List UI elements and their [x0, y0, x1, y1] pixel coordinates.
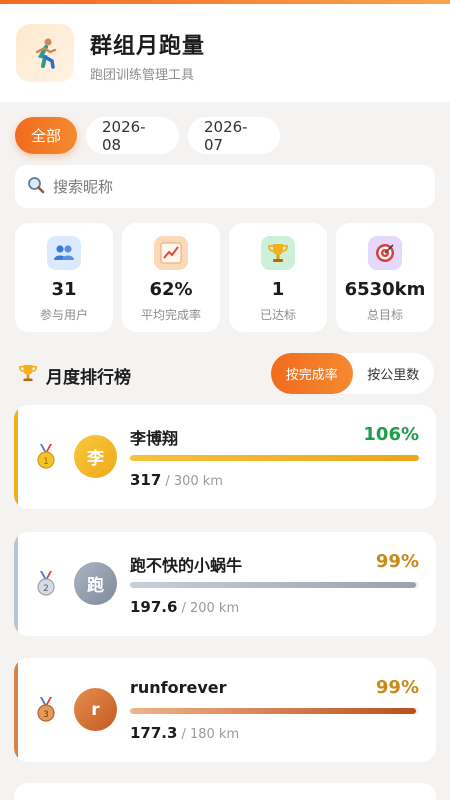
avatar: 跑: [74, 562, 117, 605]
distance-target: / 300 km: [165, 474, 223, 489]
gold-medal-icon: 1: [35, 444, 57, 470]
stat-label: 总目标: [366, 308, 403, 322]
distance-target: / 180 km: [181, 727, 240, 742]
distance-value: 177.3: [130, 724, 178, 742]
search-bar: [15, 165, 435, 208]
stat-label: 已达标: [259, 308, 296, 322]
rank-stripe: [14, 405, 18, 509]
svg-text:1: 1: [43, 457, 49, 467]
sort-by-completion-button[interactable]: 按完成率: [271, 353, 353, 394]
distance-readout: 197.6/ 200 km: [130, 598, 239, 616]
svg-text:3: 3: [43, 710, 49, 720]
completion-percent: 99%: [375, 677, 419, 698]
leaderboard-card[interactable]: 3 r runforever 99% 177.3/ 180 km: [14, 658, 436, 762]
leaderboard-title: 月度排行榜: [46, 368, 131, 388]
progress-bar-fill: [130, 708, 417, 714]
runner-name: runforever: [130, 678, 227, 697]
page-subtitle: 跑团训练管理工具: [90, 68, 195, 83]
silver-medal-icon: 2: [35, 571, 57, 597]
search-input[interactable]: [53, 177, 413, 196]
distance-readout: 317/ 300 km: [130, 471, 223, 489]
page-title: 群组月跑量: [90, 34, 206, 59]
stat-value: 62%: [149, 279, 193, 300]
progress-bar-fill: [130, 455, 419, 461]
rank-stripe: [14, 658, 18, 762]
leaderboard-card-next[interactable]: [14, 783, 436, 800]
search-icon: [27, 176, 45, 198]
stat-label: 参与用户: [39, 308, 88, 322]
avatar: 李: [74, 435, 117, 478]
leaderboard-card[interactable]: 2 跑 跑不快的小蜗牛 99% 197.6/ 200 km: [14, 532, 436, 636]
avatar: r: [74, 688, 117, 731]
progress-bar-fill: [130, 582, 417, 588]
sort-toggle: 按完成率 按公里数: [271, 353, 434, 394]
app-header: 群组月跑量 跑团训练管理工具: [0, 4, 450, 102]
distance-readout: 177.3/ 180 km: [130, 724, 239, 742]
stat-value: 31: [51, 279, 77, 300]
bronze-medal-icon: 3: [35, 697, 57, 723]
trophy-icon: [261, 236, 295, 270]
runner-name: 李博翔: [130, 429, 179, 448]
stat-card-users: 31 参与用户: [15, 223, 113, 332]
stat-value: 6530km: [344, 279, 426, 300]
stats-row: 31 参与用户 62% 平均完成率 1 已达标 6530km 总目标: [15, 223, 436, 332]
leaderboard-heading: 月度排行榜: [18, 363, 131, 388]
progress-bar: [130, 455, 419, 461]
stat-card-achieved: 1 已达标: [229, 223, 327, 332]
trophy-icon: [18, 363, 38, 388]
stat-card-target: 6530km 总目标: [336, 223, 434, 332]
completion-percent: 99%: [375, 551, 419, 572]
stat-card-completion: 62% 平均完成率: [122, 223, 220, 332]
users-icon: [47, 236, 81, 270]
sort-by-distance-button[interactable]: 按公里数: [353, 353, 435, 394]
progress-bar: [130, 708, 419, 714]
runner-icon: [16, 24, 74, 82]
svg-text:2: 2: [43, 584, 49, 594]
stat-value: 1: [271, 279, 285, 300]
stat-label: 平均完成率: [140, 308, 201, 322]
runner-name: 跑不快的小蜗牛: [130, 556, 243, 575]
month-chip-all[interactable]: 全部: [15, 117, 77, 154]
distance-value: 317: [130, 471, 162, 489]
month-chip-2026-07[interactable]: 2026-07: [188, 117, 280, 154]
distance-value: 197.6: [130, 598, 178, 616]
distance-target: / 200 km: [181, 601, 240, 616]
chart-icon: [154, 236, 188, 270]
rank-stripe: [14, 532, 18, 636]
completion-percent: 106%: [363, 424, 419, 445]
progress-bar: [130, 582, 419, 588]
target-icon: [368, 236, 402, 270]
leaderboard-card[interactable]: 1 李 李博翔 106% 317/ 300 km: [14, 405, 436, 509]
month-chip-2026-08[interactable]: 2026-08: [86, 117, 179, 154]
month-filter: 全部 2026-08 2026-07: [15, 117, 280, 154]
